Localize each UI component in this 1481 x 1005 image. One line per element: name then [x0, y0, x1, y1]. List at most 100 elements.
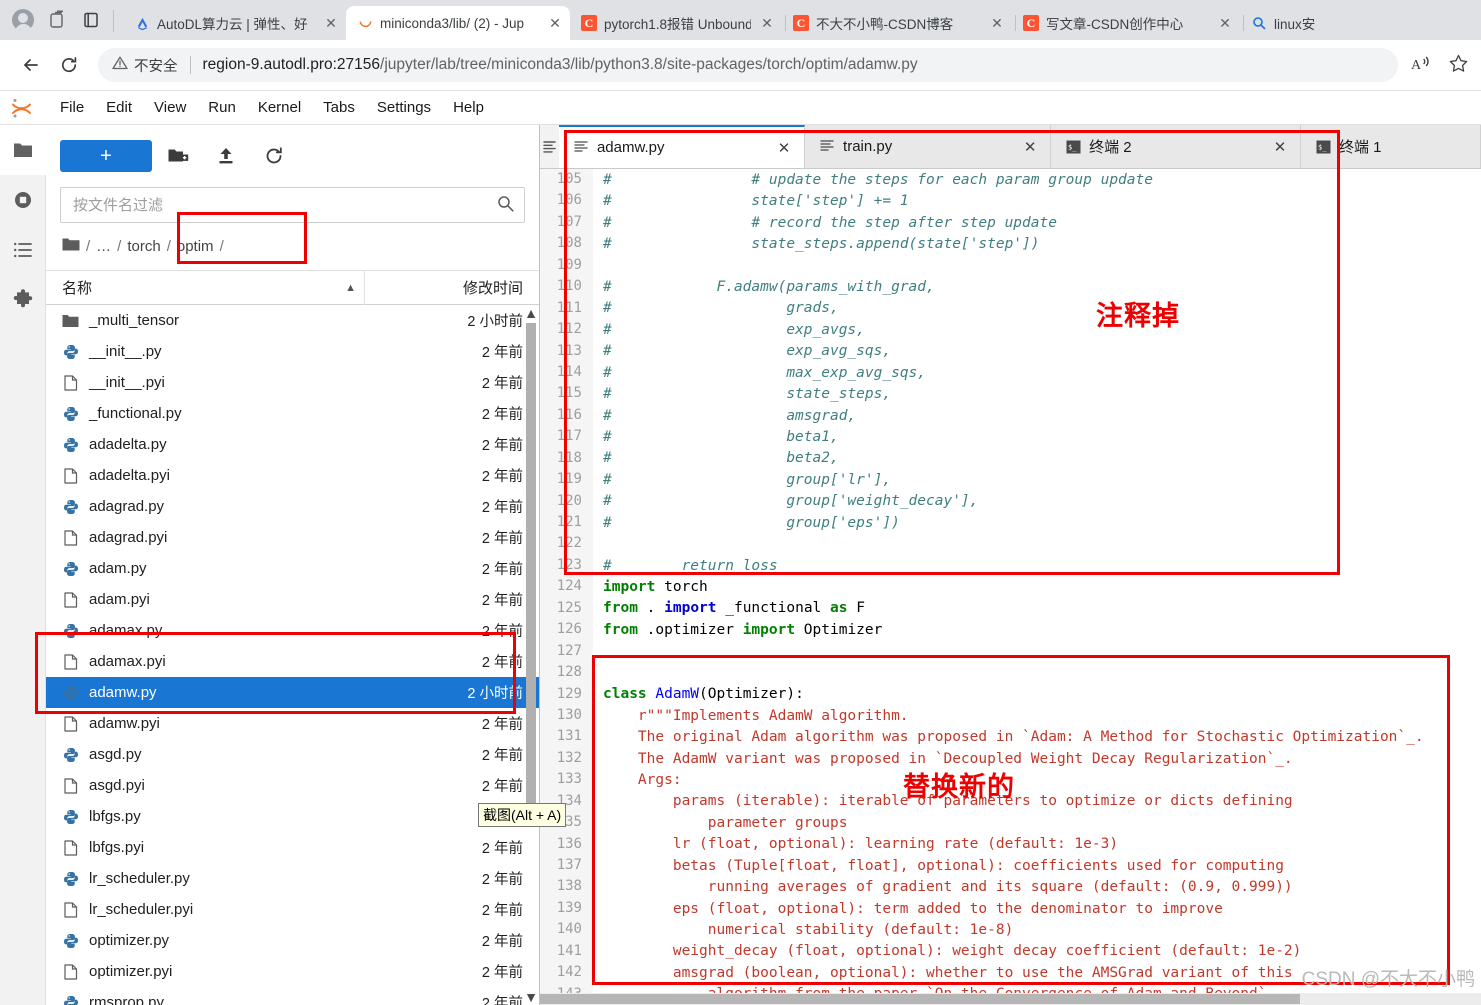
- code-horizontal-scrollbar[interactable]: [540, 993, 1481, 1005]
- column-header-name[interactable]: 名称 ▲: [62, 277, 356, 298]
- browser-tab-5[interactable]: linux安: [1240, 6, 1360, 40]
- file-list-item[interactable]: lbfgs.py2 年前: [46, 801, 539, 832]
- doc-tab-terminal-2[interactable]: $_ 终端 2 ✕: [1051, 125, 1301, 168]
- file-modified-cell: 2 小时前: [467, 314, 523, 330]
- file-list-item[interactable]: optimizer.pyi 2 年前: [46, 956, 539, 987]
- tab-actions-icon[interactable]: [74, 3, 108, 37]
- file-list[interactable]: _multi_tensor 2 小时前 __init__.py 2 年前 __init_…: [46, 305, 539, 1005]
- filter-files-box[interactable]: [60, 187, 525, 223]
- menu-kernel[interactable]: Kernel: [248, 95, 311, 120]
- breadcrumb-optim[interactable]: optim: [177, 238, 214, 255]
- address-bar[interactable]: 不安全 region-9.autodl.pro:27156/jupyter/la…: [98, 48, 1398, 82]
- folder-icon: [62, 312, 79, 329]
- menu-tabs[interactable]: Tabs: [313, 95, 365, 120]
- browser-tab-1[interactable]: miniconda3/lib/ (2) - Jup ✕: [346, 6, 570, 40]
- profile-avatar-button[interactable]: [6, 3, 40, 37]
- file-list-item[interactable]: adam.pyi 2 年前: [46, 584, 539, 615]
- column-header-modified[interactable]: 修改时间: [373, 277, 523, 298]
- security-warning[interactable]: 不安全: [112, 55, 178, 76]
- file-list-item[interactable]: adam.py 2 年前: [46, 553, 539, 584]
- sort-ascending-icon[interactable]: ▲: [345, 282, 356, 294]
- browser-tab-2[interactable]: C pytorch1.8报错 Unbound ✕: [570, 6, 786, 40]
- code-editor[interactable]: 105 # # update the steps for each param g…: [540, 169, 1481, 1005]
- scrollbar-thumb[interactable]: [526, 323, 536, 813]
- file-list-item[interactable]: rmsprop.py 2 年前: [46, 987, 539, 1005]
- code-token: group['weight_decay'],: [611, 493, 979, 510]
- search-icon[interactable]: [497, 195, 514, 215]
- close-icon[interactable]: ✕: [1020, 138, 1040, 156]
- menu-file[interactable]: File: [50, 95, 94, 120]
- code-token: return loss: [611, 557, 778, 574]
- file-list-item[interactable]: asgd.py 2 年前: [46, 739, 539, 770]
- breadcrumb-torch[interactable]: torch: [127, 238, 160, 255]
- sidebar-item-extensions[interactable]: [0, 275, 46, 325]
- code-line: 108 # state_steps.append(state['step']): [540, 233, 1481, 255]
- close-icon[interactable]: ✕: [1216, 14, 1234, 32]
- file-name-cell: lbfgs.py: [62, 808, 373, 825]
- scroll-up-arrow-icon[interactable]: ▲: [524, 305, 538, 321]
- menu-settings[interactable]: Settings: [367, 95, 441, 120]
- file-list-item[interactable]: _functional.py 2 年前: [46, 398, 539, 429]
- sidebar-item-file-browser[interactable]: [0, 125, 46, 175]
- scroll-down-arrow-icon[interactable]: ▼: [524, 989, 538, 1005]
- file-list-item[interactable]: adamax.py 2 年前: [46, 615, 539, 646]
- file-modified-cell: 2 年前: [481, 903, 523, 919]
- close-icon[interactable]: ✕: [988, 14, 1006, 32]
- close-icon[interactable]: ✕: [322, 14, 340, 32]
- close-icon[interactable]: ✕: [774, 139, 794, 157]
- breadcrumb: / … / torch / optim /: [46, 223, 539, 271]
- reload-button[interactable]: [50, 46, 88, 84]
- close-icon[interactable]: ✕: [546, 14, 564, 32]
- file-list-item[interactable]: lr_scheduler.pyi 2 年前: [46, 894, 539, 925]
- tab-menu-icon[interactable]: [540, 125, 559, 168]
- file-list-item[interactable]: _multi_tensor 2 小时前: [46, 305, 539, 336]
- tab-collections-icon[interactable]: [40, 3, 74, 37]
- browser-tab-0[interactable]: AutoDL算力云 | 弹性、好 ✕: [123, 6, 350, 40]
- menu-run[interactable]: Run: [198, 95, 246, 120]
- file-list-item[interactable]: asgd.pyi 2 年前: [46, 770, 539, 801]
- sidebar-item-running-sessions[interactable]: [0, 175, 46, 225]
- menu-edit[interactable]: Edit: [96, 95, 142, 120]
- file-list-item[interactable]: adadelta.pyi 2 年前: [46, 460, 539, 491]
- back-button[interactable]: [12, 46, 50, 84]
- new-launcher-button[interactable]: +: [60, 140, 152, 172]
- filter-files-input[interactable]: [71, 195, 491, 215]
- file-list-item[interactable]: lbfgs.pyi 2 年前: [46, 832, 539, 863]
- file-list-item[interactable]: adamw.pyi 2 年前: [46, 708, 539, 739]
- read-aloud-icon[interactable]: A: [1410, 54, 1432, 77]
- scrollbar-thumb[interactable]: [540, 994, 1300, 1004]
- line-number: 112: [540, 319, 593, 341]
- file-list-item[interactable]: __init__.py 2 年前: [46, 336, 539, 367]
- file-list-item[interactable]: adamw.py 2 小时前: [46, 677, 539, 708]
- file-list-scrollbar[interactable]: ▲ ▼: [524, 305, 538, 1005]
- browser-tab-3[interactable]: C 不大不小鸭-CSDN博客 ✕: [782, 6, 1016, 40]
- favorite-star-icon[interactable]: [1448, 53, 1469, 77]
- close-icon[interactable]: ✕: [758, 14, 776, 32]
- file-modified-cell: 2 年前: [481, 717, 523, 733]
- breadcrumb-root[interactable]: /: [86, 238, 90, 255]
- file-list-item[interactable]: __init__.pyi 2 年前: [46, 367, 539, 398]
- file-list-item[interactable]: optimizer.py 2 年前: [46, 925, 539, 956]
- menu-view[interactable]: View: [144, 95, 196, 120]
- close-icon[interactable]: ✕: [1270, 138, 1290, 156]
- doc-tab-adamw[interactable]: adamw.py ✕: [558, 125, 806, 168]
- doc-tab-train[interactable]: train.py ✕: [805, 125, 1052, 168]
- browser-tab-4[interactable]: C 写文章-CSDN创作中心 ✕: [1012, 6, 1244, 40]
- new-folder-icon[interactable]: [156, 140, 200, 172]
- sidebar-item-commands[interactable]: [0, 225, 46, 275]
- file-list-item[interactable]: adamax.pyi 2 年前: [46, 646, 539, 677]
- home-folder-icon[interactable]: [62, 237, 80, 256]
- file-list-item[interactable]: adagrad.py 2 年前: [46, 491, 539, 522]
- refresh-icon[interactable]: [252, 140, 296, 172]
- doc-tab-terminal-1[interactable]: $_ 终端 1: [1301, 125, 1481, 168]
- file-list-item[interactable]: adagrad.pyi 2 年前: [46, 522, 539, 553]
- code-line: 140 numerical stability (default: 1e-8): [540, 919, 1481, 941]
- breadcrumb-ellipsis[interactable]: …: [96, 238, 111, 255]
- upload-icon[interactable]: [204, 140, 248, 172]
- file-list-item[interactable]: lr_scheduler.py 2 年前: [46, 863, 539, 894]
- file-list-item[interactable]: adadelta.py 2 年前: [46, 429, 539, 460]
- file-name-label: adamw.py: [89, 684, 157, 701]
- generic-file-icon: [62, 591, 79, 608]
- code-line: 107 # # record the step after step update: [540, 211, 1481, 234]
- menu-help[interactable]: Help: [443, 95, 494, 120]
